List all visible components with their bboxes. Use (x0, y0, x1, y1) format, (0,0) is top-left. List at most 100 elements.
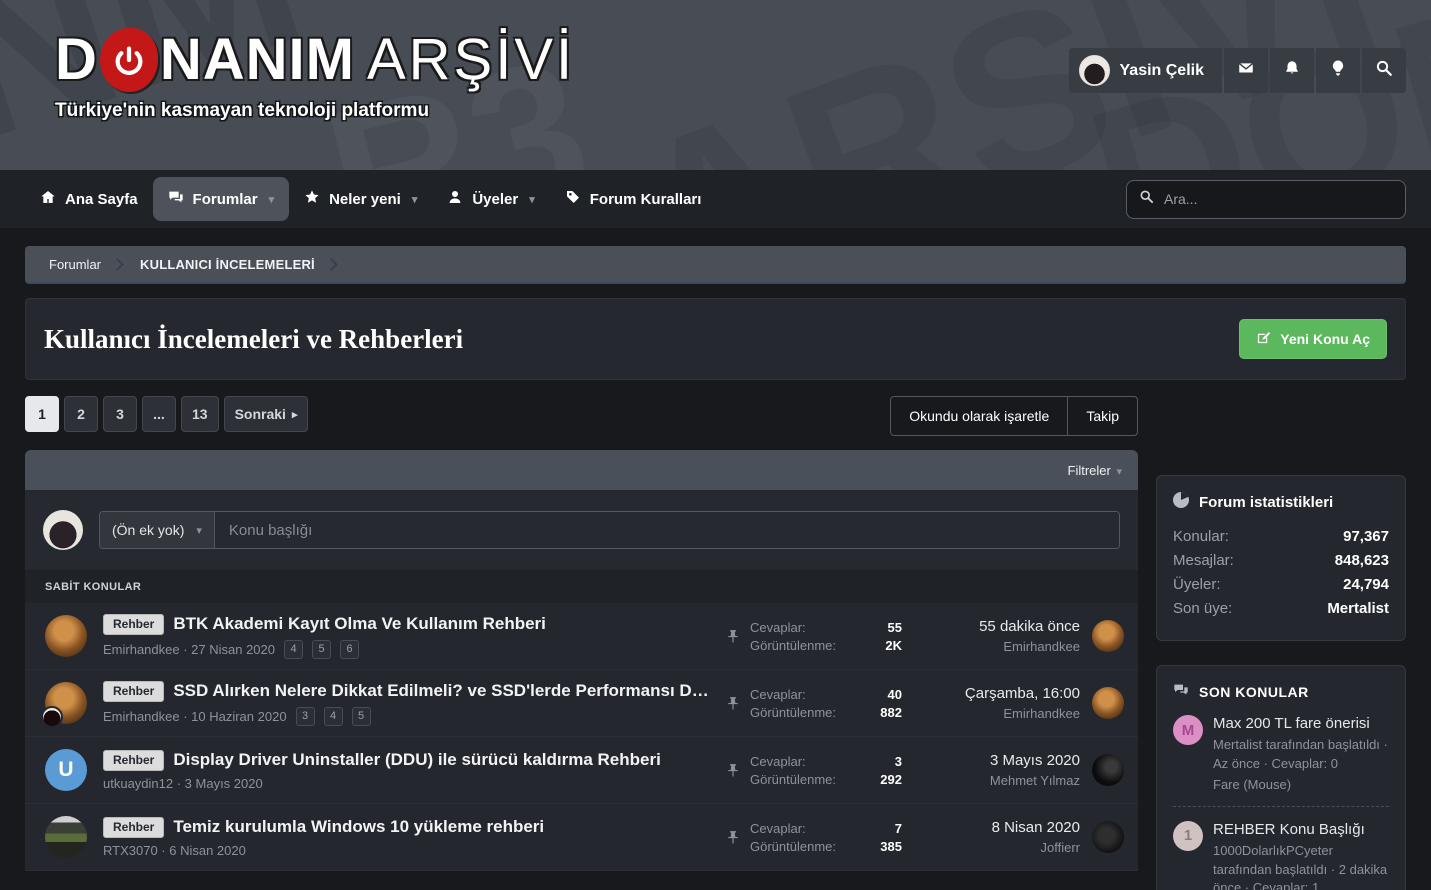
views-value: 2K (885, 637, 902, 653)
prefix-badge[interactable]: Rehber (103, 749, 165, 771)
nav-item-forum-kurallari[interactable]: Forum Kuralları (550, 177, 717, 221)
page-button-13[interactable]: 13 (181, 396, 219, 432)
next-page-button[interactable]: Sonraki ▸ (223, 396, 309, 432)
pagination: 1 2 3 ... 13 Sonraki ▸ (25, 396, 309, 432)
bell-icon (1283, 59, 1301, 82)
thread-page-button[interactable]: 6 (340, 639, 359, 659)
thread-author-line[interactable]: RTX3070 · 6 Nisan 2020 (103, 843, 246, 858)
prefix-label: (Ön ek yok) (112, 522, 185, 538)
stat-value: 24,794 (1343, 576, 1389, 593)
pencil-square-icon (1256, 330, 1271, 348)
lastpost-user[interactable]: Emirhandkee (902, 639, 1080, 654)
thread-page-button[interactable]: 4 (284, 639, 303, 659)
thread-author-avatar[interactable] (45, 816, 87, 858)
lastpost-user[interactable]: Mehmet Yılmaz (902, 773, 1080, 788)
search-icon (1139, 189, 1154, 209)
page-button-ellipsis[interactable]: ... (142, 396, 176, 432)
logo-text-left: D (55, 27, 98, 92)
thread-lastpost: 8 Nisan 2020 Joffierr (902, 819, 1092, 855)
thread-author-avatar[interactable] (45, 615, 87, 657)
nav-item-forumlar[interactable]: Forumlar ▾ (152, 177, 290, 221)
replies-label: Cevaplar: (750, 820, 806, 836)
nav-item-uyeler[interactable]: Üyeler ▾ (432, 177, 549, 221)
recent-topic-title[interactable]: Max 200 TL fare önerisi (1213, 715, 1389, 732)
recent-topic-forum[interactable]: Fare (Mouse) (1213, 777, 1389, 792)
thread-author-line[interactable]: Emirhandkee · 10 Haziran 2020 (103, 709, 287, 724)
thread-title[interactable]: Display Driver Uninstaller (DDU) ile sür… (173, 750, 660, 770)
lastpost-date[interactable]: 3 Mayıs 2020 (902, 752, 1080, 769)
site-logo[interactable]: D NANIM ARŞİVİ Türkiye'nin kasmayan tekn… (55, 28, 575, 122)
mark-read-button[interactable]: Okundu olarak işaretle (891, 397, 1067, 435)
thread-author-avatar[interactable] (41, 682, 87, 728)
thread-row[interactable]: U Rehber Display Driver Uninstaller (DDU… (25, 737, 1138, 804)
lastpost-avatar[interactable] (1092, 821, 1124, 853)
nav-label: Neler yeni (329, 190, 401, 208)
home-icon (40, 189, 56, 209)
arrow-right-icon: ▸ (291, 408, 298, 421)
latest-member-link[interactable]: Mertalist (1327, 600, 1389, 617)
lastpost-avatar[interactable] (1092, 754, 1124, 786)
search-input[interactable] (1164, 191, 1393, 207)
prefix-badge[interactable]: Rehber (103, 613, 165, 635)
lastpost-avatar[interactable] (1092, 620, 1124, 652)
thread-author-line[interactable]: Emirhandkee · 27 Nisan 2020 (103, 642, 275, 657)
list-toolbar: 1 2 3 ... 13 Sonraki ▸ Okundu olarak işa… (25, 396, 1406, 436)
account-menu[interactable]: Yasin Çelik (1068, 48, 1222, 93)
recent-topic-title[interactable]: REHBER Konu Başlığı (1213, 821, 1389, 838)
theme-button[interactable] (1316, 48, 1360, 93)
page-button-2[interactable]: 2 (64, 396, 98, 432)
thread-main: Rehber Temiz kurulumla Windows 10 yüklem… (87, 816, 716, 858)
lastpost-avatar[interactable] (1092, 687, 1124, 719)
thread-page-button[interactable]: 4 (323, 706, 343, 726)
nav-item-ana-sayfa[interactable]: Ana Sayfa (25, 177, 153, 221)
recent-topic-item[interactable]: M Max 200 TL fare önerisi Mertalist tara… (1173, 701, 1389, 807)
user-icon (447, 189, 463, 209)
views-label: Görüntülenme: (750, 704, 836, 720)
filters-dropdown[interactable]: Filtreler ▾ (1068, 463, 1123, 478)
prefix-badge[interactable]: Rehber (103, 816, 165, 838)
thread-row[interactable]: Rehber SSD Alırken Nelere Dikkat Edilmel… (25, 670, 1138, 737)
logo-tagline: Türkiye'nin kasmayan teknoloji platformu (55, 100, 430, 121)
prefix-select[interactable]: (Ön ek yok) ▾ (100, 512, 215, 548)
thread-author-line[interactable]: utkuaydin12 · 3 Mayıs 2020 (103, 776, 263, 791)
thread-author-avatar[interactable]: U (45, 749, 87, 791)
search-icon (1375, 59, 1393, 82)
logo-text-mid: NANIM (159, 27, 355, 92)
lastpost-user[interactable]: Joffierr (902, 840, 1081, 855)
thread-page-button[interactable]: 3 (295, 706, 315, 726)
header-search-button[interactable] (1362, 48, 1406, 93)
current-user-avatar (43, 510, 83, 550)
breadcrumb-current[interactable]: KULLANICI İNCELEMELERİ (130, 257, 325, 272)
chevron-right-icon (111, 257, 124, 271)
breadcrumb-forumlar[interactable]: Forumlar (39, 257, 111, 272)
thread-title[interactable]: Temiz kurulumla Windows 10 yükleme rehbe… (173, 817, 544, 837)
thread-title[interactable]: SSD Alırken Nelere Dikkat Edilmeli? ve S… (173, 681, 716, 701)
lastpost-user[interactable]: Emirhandkee (902, 706, 1080, 721)
nav-item-neler-yeni[interactable]: Neler yeni ▾ (289, 177, 432, 221)
lastpost-date[interactable]: 8 Nisan 2020 (902, 819, 1080, 836)
forum-stats-panel: Forum istatistikleri Konular: 97,367 Mesa… (1156, 475, 1406, 641)
page-button-1[interactable]: 1 (25, 396, 59, 432)
thread-lastpost: 55 dakika önce Emirhandkee (902, 618, 1092, 654)
secondary-avatar (41, 706, 63, 728)
recent-topic-item[interactable]: 1 REHBER Konu Başlığı 1000DolarlıkPCyete… (1173, 807, 1389, 890)
replies-label: Cevaplar: (750, 686, 806, 702)
envelope-icon (1236, 59, 1256, 82)
thread-page-button[interactable]: 5 (351, 706, 371, 726)
nav-label: Üyeler (472, 190, 519, 208)
new-topic-button[interactable]: Yeni Konu Aç (1239, 319, 1387, 359)
alerts-button[interactable] (1270, 48, 1314, 93)
lastpost-date[interactable]: Çarşamba, 16:00 (902, 685, 1080, 702)
prefix-badge[interactable]: Rehber (103, 680, 165, 702)
messages-button[interactable] (1224, 48, 1268, 93)
quick-thread-row: (Ön ek yok) ▾ (25, 490, 1138, 571)
thread-row[interactable]: Rehber BTK Akademi Kayıt Olma Ve Kullanı… (25, 603, 1138, 670)
page-button-3[interactable]: 3 (103, 396, 137, 432)
follow-button[interactable]: Takip (1067, 397, 1137, 435)
thread-title-input[interactable] (214, 512, 1119, 548)
thread-title[interactable]: BTK Akademi Kayıt Olma Ve Kullanım Rehbe… (173, 614, 546, 634)
thread-row[interactable]: Rehber Temiz kurulumla Windows 10 yüklem… (25, 804, 1138, 871)
recent-avatar: M (1173, 715, 1203, 745)
thread-page-button[interactable]: 5 (312, 639, 331, 659)
lastpost-date[interactable]: 55 dakika önce (902, 618, 1080, 635)
